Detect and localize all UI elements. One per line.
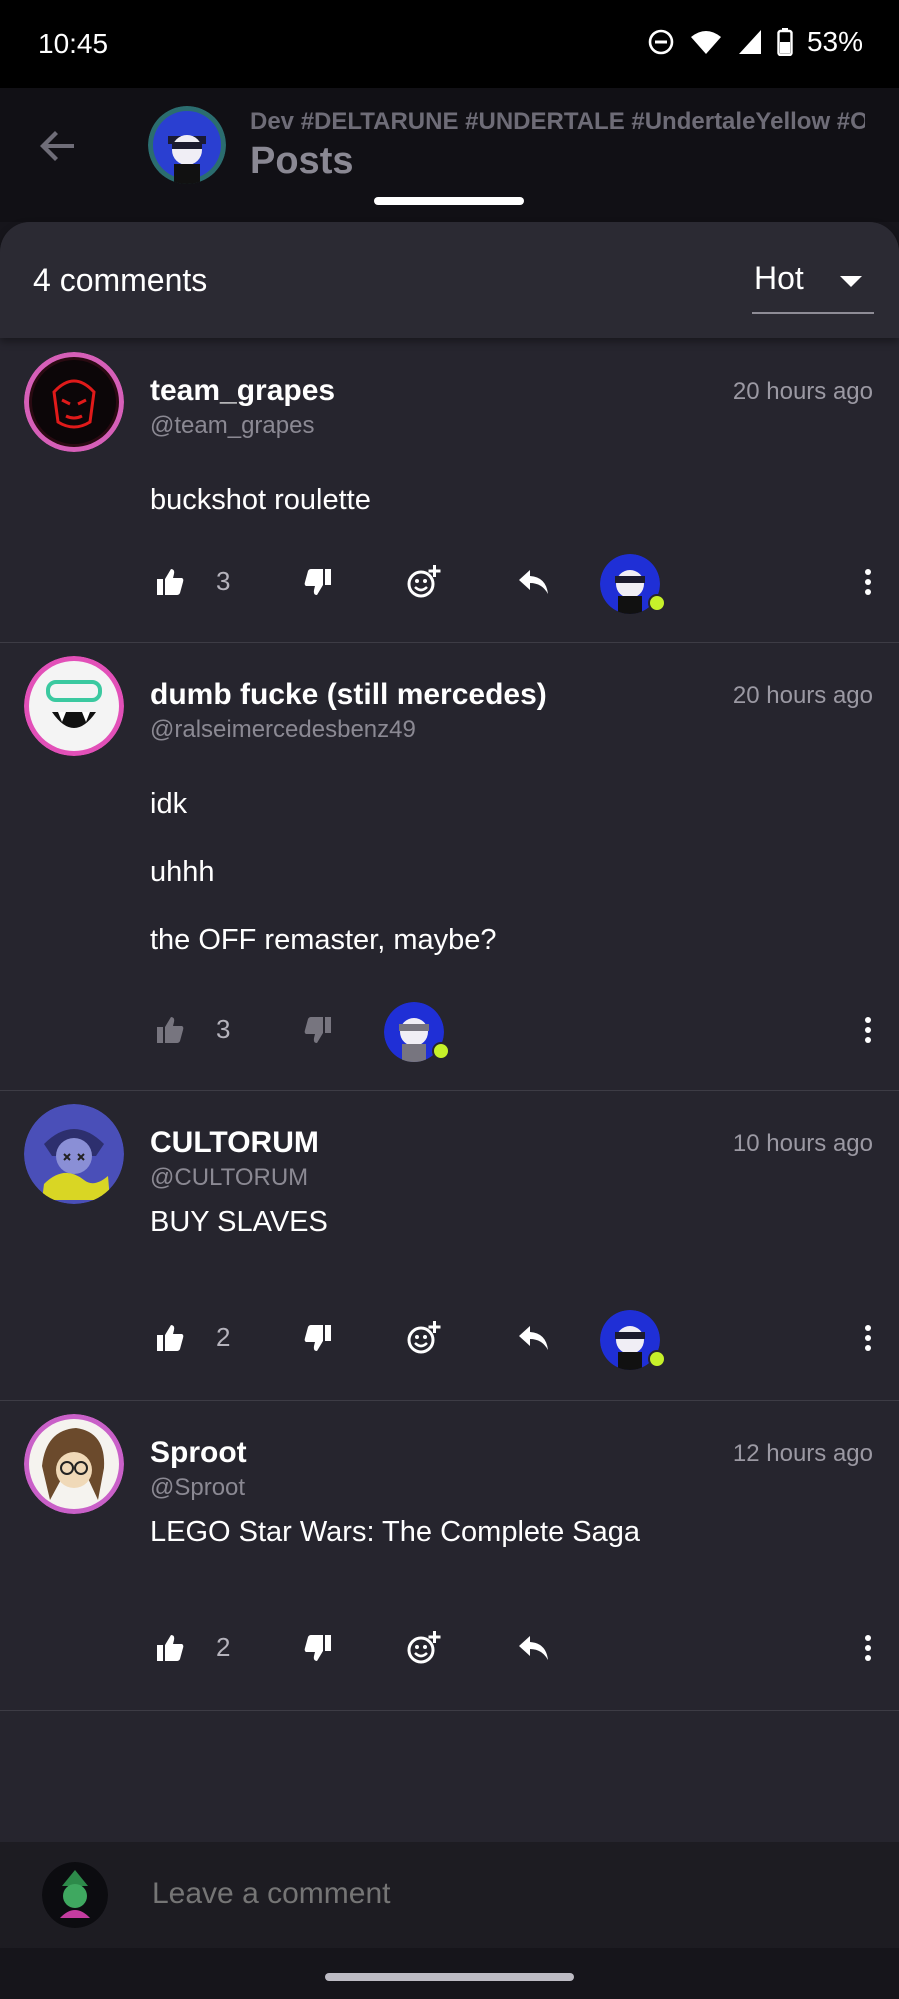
thumbs-down-icon bbox=[304, 1635, 331, 1661]
like-count: 3 bbox=[216, 1014, 231, 1044]
more-vertical-icon bbox=[865, 1325, 871, 1351]
home-gesture-handle[interactable] bbox=[325, 1973, 574, 1981]
comment-input[interactable] bbox=[150, 1876, 854, 1912]
add-reaction-button[interactable] bbox=[404, 552, 444, 612]
add-reaction-button[interactable] bbox=[404, 1308, 444, 1368]
add-reaction-icon bbox=[407, 565, 441, 598]
battery-percent: 53% bbox=[806, 26, 863, 57]
comment-item: CULTORUM @CULTORUM 10 hours ago BUY SLAV… bbox=[0, 1090, 899, 1401]
do-not-disturb-icon bbox=[648, 29, 674, 55]
status-icons: 53% bbox=[647, 26, 863, 58]
more-options-button[interactable] bbox=[856, 1628, 880, 1668]
page-title: Posts bbox=[250, 140, 354, 182]
thumbs-up-icon bbox=[157, 1635, 184, 1661]
thumbs-down-icon bbox=[304, 569, 331, 595]
add-reaction-button[interactable] bbox=[404, 1618, 444, 1678]
add-reaction-icon bbox=[407, 1631, 441, 1664]
heart-reaction-badge bbox=[432, 1042, 450, 1060]
like-count: 3 bbox=[216, 566, 231, 596]
sort-dropdown[interactable]: Hot bbox=[752, 256, 874, 314]
status-bar: 10:45 53% bbox=[0, 0, 899, 88]
reply-button[interactable] bbox=[514, 552, 554, 612]
gesture-nav-bar bbox=[0, 1948, 899, 1999]
avatar[interactable] bbox=[24, 1414, 124, 1514]
comment-actions: 2 bbox=[150, 1308, 880, 1370]
reply-icon bbox=[519, 1326, 548, 1350]
comments-header: 4 comments Hot bbox=[0, 222, 899, 338]
sheet-drag-handle[interactable] bbox=[374, 197, 524, 205]
like-button[interactable] bbox=[150, 1000, 190, 1060]
more-vertical-icon bbox=[865, 569, 871, 595]
dislike-button[interactable] bbox=[298, 1308, 338, 1368]
comment-time: 12 hours ago bbox=[732, 1440, 873, 1467]
comment-count: 4 comments bbox=[33, 262, 208, 298]
reply-button[interactable] bbox=[514, 1618, 554, 1678]
heart-reaction-badge bbox=[648, 594, 666, 612]
author-name[interactable]: team_grapes bbox=[150, 374, 335, 408]
comment-item: Sproot @Sproot 12 hours ago LEGO Star Wa… bbox=[0, 1400, 899, 1711]
more-options-button[interactable] bbox=[856, 1010, 880, 1050]
more-options-button[interactable] bbox=[856, 1318, 880, 1358]
comment-text: idk bbox=[150, 788, 188, 820]
author-handle: @ralseimercedesbenz49 bbox=[150, 716, 416, 743]
heart-reaction-badge bbox=[648, 1350, 666, 1368]
like-button[interactable] bbox=[150, 1308, 190, 1368]
sort-value: Hot bbox=[754, 260, 804, 296]
reply-button[interactable] bbox=[514, 1308, 554, 1368]
comment-actions: 3 bbox=[150, 1000, 880, 1062]
dislike-button[interactable] bbox=[298, 552, 338, 612]
arrow-left-icon bbox=[40, 131, 74, 161]
dislike-button[interactable] bbox=[298, 1000, 338, 1060]
thumbs-down-icon bbox=[304, 1017, 331, 1043]
current-user-avatar[interactable] bbox=[42, 1862, 108, 1928]
caret-down-icon bbox=[840, 276, 862, 287]
comment-text: the OFF remaster, maybe? bbox=[150, 924, 497, 956]
author-name[interactable]: CULTORUM bbox=[150, 1126, 319, 1160]
comment-text: BUY SLAVES bbox=[150, 1206, 328, 1238]
wifi-icon bbox=[690, 31, 721, 54]
header-avatar[interactable] bbox=[148, 106, 226, 184]
comment-item: dumb fucke (still mercedes) @ralseimerce… bbox=[0, 642, 899, 1091]
back-button[interactable] bbox=[36, 124, 80, 168]
thumbs-up-icon bbox=[157, 569, 184, 595]
comment-text: buckshot roulette bbox=[150, 484, 371, 516]
more-vertical-icon bbox=[865, 1017, 871, 1043]
status-time: 10:45 bbox=[38, 28, 109, 59]
author-handle: @Sproot bbox=[150, 1474, 246, 1501]
reply-icon bbox=[519, 570, 548, 594]
comments-sheet: 4 comments Hot team_grapes @team_grapes … bbox=[0, 222, 899, 1842]
thumbs-up-icon bbox=[157, 1017, 184, 1043]
reply-icon bbox=[519, 1636, 548, 1660]
comment-compose-bar bbox=[0, 1842, 899, 1948]
avatar[interactable] bbox=[24, 352, 124, 452]
avatar[interactable] bbox=[24, 1104, 124, 1204]
author-name[interactable]: dumb fucke (still mercedes) bbox=[150, 678, 547, 712]
battery-icon bbox=[777, 28, 793, 56]
comment-time: 10 hours ago bbox=[732, 1130, 873, 1157]
like-button[interactable] bbox=[150, 1618, 190, 1678]
app-header: Dev #DELTARUNE #UNDERTALE #UndertaleYell… bbox=[0, 88, 899, 222]
dislike-button[interactable] bbox=[298, 1618, 338, 1678]
add-reaction-icon bbox=[407, 1321, 441, 1354]
thumbs-up-icon bbox=[157, 1325, 184, 1351]
comment-item: team_grapes @team_grapes 20 hours ago bu… bbox=[0, 338, 899, 643]
author-name[interactable]: Sproot bbox=[150, 1436, 247, 1470]
thumbs-down-icon bbox=[304, 1325, 331, 1351]
signal-icon bbox=[738, 30, 761, 54]
group-subtitle: Dev #DELTARUNE #UNDERTALE #UndertaleYell… bbox=[250, 108, 865, 135]
author-handle: @CULTORUM bbox=[150, 1164, 309, 1191]
more-vertical-icon bbox=[865, 1635, 871, 1661]
comment-text: LEGO Star Wars: The Complete Saga bbox=[150, 1516, 640, 1548]
comment-actions: 3 bbox=[150, 552, 880, 614]
more-options-button[interactable] bbox=[856, 562, 880, 602]
like-count: 2 bbox=[216, 1632, 231, 1662]
avatar[interactable] bbox=[24, 656, 124, 756]
comment-actions: 2 bbox=[150, 1618, 880, 1678]
comment-time: 20 hours ago bbox=[732, 682, 873, 709]
like-button[interactable] bbox=[150, 552, 190, 612]
like-count: 2 bbox=[216, 1322, 231, 1352]
comment-time: 20 hours ago bbox=[732, 378, 873, 405]
comment-text: uhhh bbox=[150, 856, 215, 888]
author-handle: @team_grapes bbox=[150, 412, 315, 439]
